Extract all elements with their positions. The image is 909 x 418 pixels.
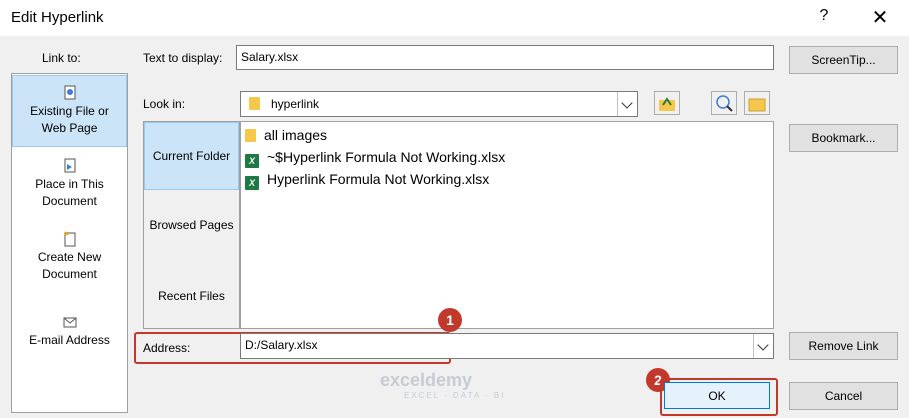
browse-web-button[interactable] xyxy=(711,91,737,115)
look-in-value: hyperlink xyxy=(271,97,320,111)
help-button[interactable]: ? xyxy=(814,7,834,25)
nav-browsed-pages[interactable]: Browsed Pages xyxy=(144,218,239,232)
browse-file-button[interactable] xyxy=(744,91,770,115)
bookmark-button[interactable]: Bookmark... xyxy=(789,124,898,152)
look-in-folder-icon-wrap xyxy=(249,97,260,113)
text-to-display-label: Text to display: xyxy=(143,51,223,65)
email-icon xyxy=(62,314,78,330)
list-item[interactable]: all images xyxy=(245,127,327,143)
address-value: D:/Salary.xlsx xyxy=(245,338,318,352)
excel-file-icon: X xyxy=(245,154,259,168)
link-create-label2: Document xyxy=(42,267,97,281)
address-input[interactable]: D:/Salary.xlsx xyxy=(240,333,774,359)
ok-button[interactable]: OK xyxy=(664,382,770,409)
dialog-title: Edit Hyperlink xyxy=(11,9,104,26)
link-existing-file[interactable]: Existing File or Web Page xyxy=(12,75,127,147)
existing-file-icon xyxy=(62,85,78,101)
link-email-address[interactable]: E-mail Address xyxy=(12,314,127,349)
link-create-label1: Create New xyxy=(37,250,102,264)
text-to-display-input[interactable]: Salary.xlsx xyxy=(236,45,774,70)
file-list: all images X ~$Hyperlink Formula Not Work… xyxy=(240,121,774,329)
watermark-logo: exceldemy EXCEL · DATA · BI xyxy=(380,370,505,400)
folder-icon xyxy=(245,129,256,142)
cancel-label: Cancel xyxy=(824,389,863,403)
look-in-select[interactable]: hyperlink xyxy=(240,91,638,117)
chevron-down-icon[interactable] xyxy=(617,92,637,116)
link-existing-file-label2: Web Page xyxy=(41,121,98,135)
cancel-button[interactable]: Cancel xyxy=(789,382,898,410)
text-to-display-value: Salary.xlsx xyxy=(241,50,299,64)
close-button[interactable]: ✕ xyxy=(868,5,892,30)
place-in-document-icon xyxy=(62,158,78,174)
remove-link-button[interactable]: Remove Link xyxy=(789,332,898,360)
file-name: Hyperlink Formula Not Working.xlsx xyxy=(267,171,490,187)
look-in-label: Look in: xyxy=(143,97,186,111)
browse-nav: Current Folder Browsed Pages Recent File… xyxy=(143,121,240,329)
link-to-bar: Existing File or Web Page Place in This … xyxy=(11,73,128,413)
title-bar xyxy=(0,0,909,36)
link-place-label1: Place in This xyxy=(35,177,104,191)
list-item[interactable]: X ~$Hyperlink Formula Not Working.xlsx xyxy=(245,149,505,168)
list-item[interactable]: X Hyperlink Formula Not Working.xlsx xyxy=(245,171,489,190)
file-name: ~$Hyperlink Formula Not Working.xlsx xyxy=(267,149,506,165)
link-create-new-document[interactable]: Create New Document xyxy=(12,231,127,283)
new-document-icon xyxy=(62,231,78,247)
link-to-label: Link to: xyxy=(42,51,81,65)
screentip-button[interactable]: ScreenTip... xyxy=(789,46,898,74)
address-label: Address: xyxy=(143,341,191,355)
callout-badge-1: 1 xyxy=(438,308,462,332)
link-email-label: E-mail Address xyxy=(29,333,110,347)
link-existing-file-label1: Existing File or xyxy=(30,104,109,118)
nav-recent-files[interactable]: Recent Files xyxy=(144,289,239,303)
watermark-tagline: EXCEL · DATA · BI xyxy=(404,391,506,400)
remove-link-label: Remove Link xyxy=(808,339,879,353)
folder-icon xyxy=(249,97,260,110)
excel-file-icon: X xyxy=(245,176,259,190)
ok-label: OK xyxy=(708,389,726,403)
chevron-down-icon[interactable] xyxy=(753,334,773,358)
watermark-name: exceldemy xyxy=(380,370,473,390)
bookmark-label: Bookmark... xyxy=(811,131,876,145)
file-name: all images xyxy=(264,127,328,143)
link-place-label2: Document xyxy=(42,194,97,208)
up-folder-button[interactable] xyxy=(654,91,680,115)
screentip-label: ScreenTip... xyxy=(811,53,876,67)
nav-current-folder[interactable]: Current Folder xyxy=(144,122,239,190)
link-place-in-document[interactable]: Place in This Document xyxy=(12,158,127,210)
